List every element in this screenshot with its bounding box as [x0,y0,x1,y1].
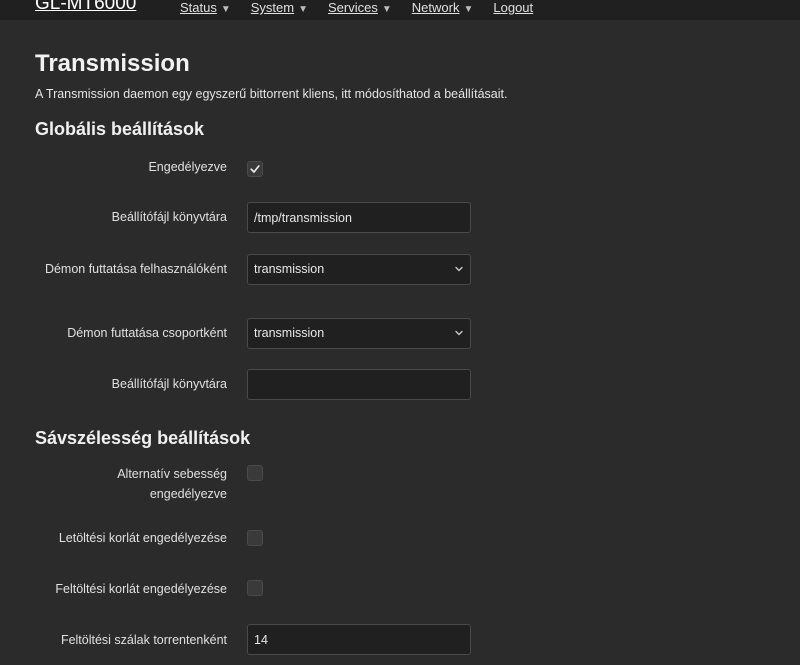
run-group-value: transmission [254,326,325,340]
caret-down-icon: ▼ [463,4,474,15]
enabled-label: Engedélyezve [148,160,227,174]
brand-link[interactable]: GL-MT6000 [35,0,136,15]
menu-services-label: Services [328,0,378,15]
menu-services[interactable]: Services ▼ [328,0,392,15]
alt-speed-label: Alternatív sebesség engedélyezve [117,467,227,501]
chevron-down-icon [455,330,463,336]
download-dir-label: Beállítófájl könyvtára [111,377,227,391]
menu-network-label: Network [411,0,460,15]
download-dir-input[interactable] [247,369,471,400]
upload-slots-input[interactable] [247,624,471,655]
menu-status-label: Status [180,0,217,15]
menu-network[interactable]: Network ▼ [412,0,474,15]
run-user-value: transmission [254,262,325,276]
caret-down-icon: ▼ [381,4,392,15]
page-description: A Transmission daemon egy egyszerű bitto… [35,87,508,101]
page-title: Transmission [35,50,190,77]
menu-status[interactable]: Status ▼ [180,0,231,15]
upload-slots-label: Feltöltési szálak torrentenként [60,633,227,647]
section-title-bandwidth: Sávszélesség beállítások [35,428,251,448]
enabled-checkbox[interactable] [247,161,263,177]
run-group-label: Démon futtatása csoportként [67,326,227,340]
menu-system-label: System [250,0,295,15]
caret-down-icon: ▼ [220,4,231,15]
chevron-down-icon [455,266,463,272]
download-limit-label: Letöltési korlát engedélyezése [58,531,227,545]
main-menu: Status ▼ System ▼ Services ▼ Network ▼ Logou… [180,0,553,15]
alt-speed-checkbox[interactable] [247,465,263,481]
caret-down-icon: ▼ [298,4,309,15]
run-user-label: Démon futtatása felhasználóként [44,262,227,276]
upload-limit-checkbox[interactable] [247,580,263,596]
checkmark-icon [250,165,260,173]
menu-system[interactable]: System ▼ [251,0,308,15]
run-group-select[interactable]: transmission [247,318,471,349]
menu-logout[interactable]: Logout [493,0,533,15]
config-dir-label: Beállítófájl könyvtára [111,210,227,224]
upload-limit-label: Feltöltési korlát engedélyezése [55,582,227,596]
top-navbar: GL-MT6000 Status ▼ System ▼ Services ▼ Netw… [0,0,800,20]
section-title-global: Globális beállítások [35,119,205,139]
menu-logout-label: Logout [493,0,534,15]
run-user-select[interactable]: transmission [247,254,471,285]
config-dir-input[interactable] [247,202,471,233]
download-limit-checkbox[interactable] [247,530,263,546]
